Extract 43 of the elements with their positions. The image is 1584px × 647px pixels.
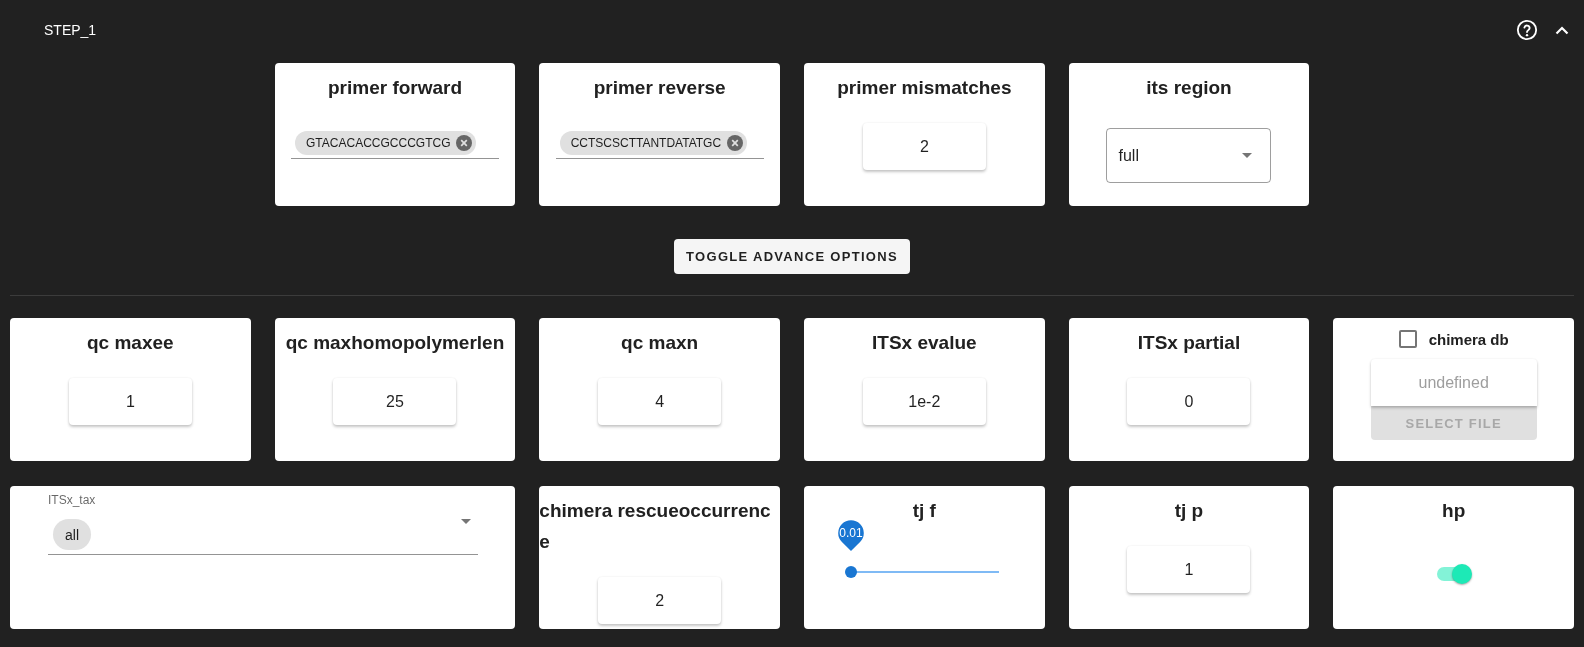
number-field[interactable]: 1 bbox=[1127, 546, 1251, 593]
region-select[interactable]: full bbox=[1106, 128, 1272, 183]
option-title: chimera rescueoccurrence bbox=[539, 499, 772, 554]
caret-icon[interactable] bbox=[1242, 153, 1253, 158]
option-title: ITSx evalue bbox=[872, 331, 977, 355]
option-title: primer mismatches bbox=[837, 76, 1012, 100]
slider-value-label: 0.01 bbox=[835, 517, 867, 556]
chip-input-field[interactable]: GTACACACCGCCCGTCG bbox=[291, 131, 499, 159]
chevron-up-icon[interactable] bbox=[1555, 25, 1569, 35]
chip-input-field[interactable]: CCTSCSCTTANTDATATGC bbox=[555, 131, 764, 159]
checkbox-label: chimera db bbox=[1428, 330, 1509, 348]
number-field[interactable]: 0 bbox=[1127, 378, 1251, 425]
option-title: primer reverse bbox=[593, 76, 726, 100]
number-field[interactable]: 2 bbox=[598, 577, 722, 624]
option-title: qc maxee bbox=[87, 331, 174, 355]
option-title: primer forward bbox=[327, 76, 463, 100]
option-title: qc maxhomopolymerlen bbox=[285, 331, 505, 355]
slider-thumb[interactable] bbox=[845, 566, 857, 578]
chip-label: GTACACACCGCCCGTCG bbox=[306, 136, 451, 150]
number-field[interactable]: 25 bbox=[333, 378, 457, 425]
option-title: its region bbox=[1146, 76, 1232, 100]
caret-icon[interactable] bbox=[461, 519, 472, 524]
number-field[interactable]: 1 bbox=[68, 378, 192, 425]
selected-value[interactable]: all bbox=[53, 519, 91, 550]
number-field[interactable]: 4 bbox=[598, 378, 722, 425]
option-title: ITSx partial bbox=[1137, 331, 1241, 355]
field-label: ITSx_tax bbox=[48, 493, 96, 507]
help-icon[interactable] bbox=[1516, 19, 1538, 41]
number-field[interactable]: 2 bbox=[862, 123, 986, 170]
close-icon[interactable] bbox=[456, 135, 473, 151]
number-field[interactable]: 1e-2 bbox=[862, 378, 986, 425]
option-title: tj p bbox=[1174, 499, 1204, 523]
step-title: STEP_1 bbox=[44, 22, 97, 38]
close-icon[interactable] bbox=[727, 135, 744, 151]
chip-label: CCTSCSCTTANTDATATGC bbox=[570, 136, 722, 150]
option-title: hp bbox=[1442, 499, 1466, 523]
tax-select-field[interactable]: ITSx_tax all bbox=[48, 493, 479, 555]
file-name-field[interactable]: undefined bbox=[1370, 359, 1537, 406]
checkbox[interactable] bbox=[1398, 330, 1417, 348]
option-title: qc maxn bbox=[621, 331, 699, 355]
option-title: tj f bbox=[912, 499, 936, 523]
toggle-options-button[interactable]: TOGGLE ADVANCE OPTIONS bbox=[674, 239, 910, 274]
toggle-switch[interactable] bbox=[1435, 564, 1472, 584]
